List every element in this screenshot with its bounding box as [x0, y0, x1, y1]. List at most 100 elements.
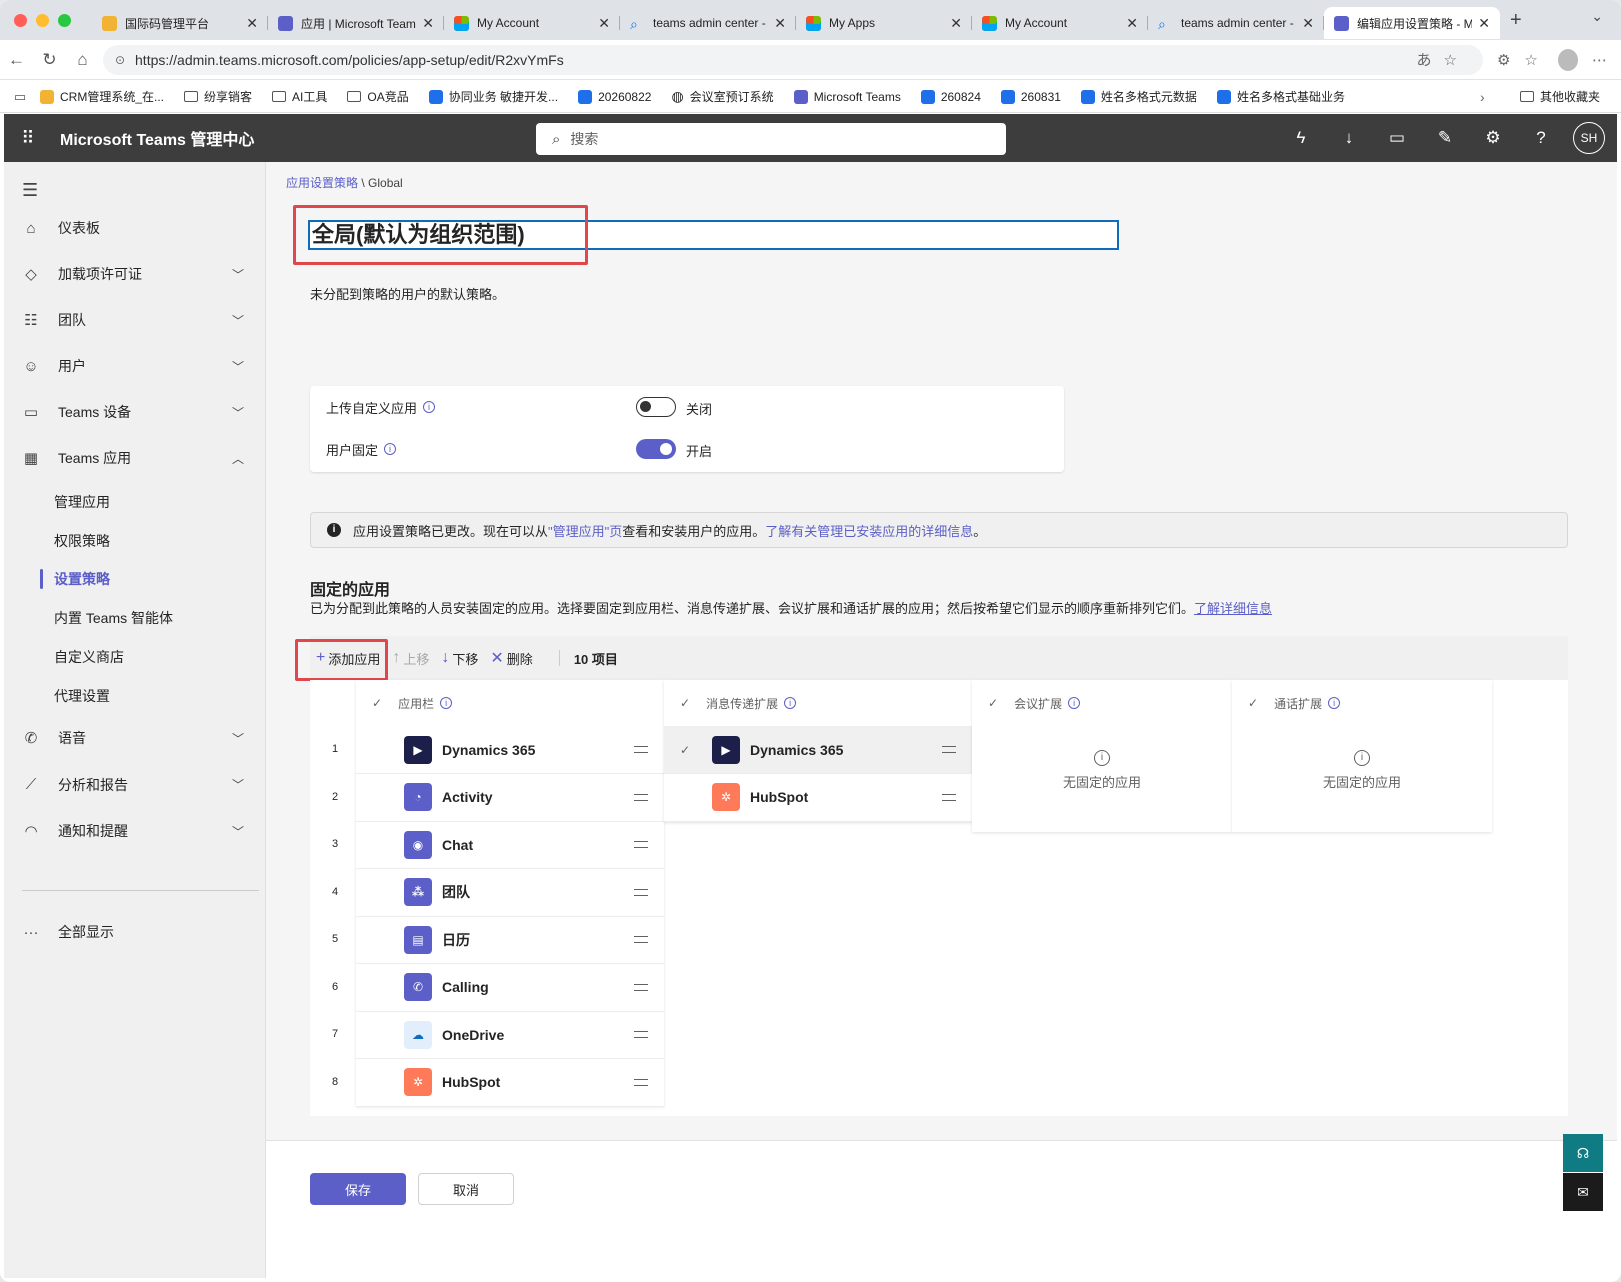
- app-launcher-icon[interactable]: ⠿: [4, 128, 52, 149]
- sidebar-item[interactable]: ⟋ 分析和报告 ﹀: [4, 765, 266, 805]
- user-pinning-toggle[interactable]: [636, 439, 676, 459]
- browser-tab[interactable]: 编辑应用设置策略 - M ✕: [1324, 7, 1500, 39]
- tab-close-icon[interactable]: ✕: [950, 15, 962, 32]
- translate-favorite-icons[interactable]: あ☆: [1417, 49, 1469, 70]
- bookmark-item[interactable]: 20260822: [578, 89, 651, 104]
- app-row[interactable]: ▤ 日历: [356, 916, 664, 964]
- browser-tab[interactable]: ⌕ teams admin center - ✕: [1148, 7, 1324, 39]
- reload-icon[interactable]: ↻: [33, 50, 66, 70]
- sidebar-item[interactable]: ▦ Teams 应用 ︿: [4, 438, 266, 478]
- sidebar-item[interactable]: ◇ 加载项许可证 ﹀: [4, 254, 266, 294]
- app-row[interactable]: ◉ Chat: [356, 821, 664, 869]
- chevron-down-icon[interactable]: ﹀: [232, 358, 244, 375]
- chevron-down-icon[interactable]: ﹀: [232, 312, 244, 329]
- info-icon[interactable]: i: [423, 401, 436, 413]
- tab-close-icon[interactable]: ✕: [1302, 15, 1314, 32]
- profile-avatar[interactable]: [1557, 48, 1579, 71]
- browser-tab[interactable]: 应用 | Microsoft Team ✕: [268, 7, 444, 39]
- site-info-icon[interactable]: ⊙: [115, 53, 125, 67]
- home-icon[interactable]: ⌂: [66, 50, 99, 70]
- manage-apps-link[interactable]: "管理应用"页: [548, 521, 622, 540]
- chevron-down-icon[interactable]: ﹀: [232, 730, 244, 747]
- tab-close-icon[interactable]: ✕: [1478, 15, 1490, 32]
- checkmark-icon[interactable]: ✓: [988, 696, 998, 710]
- zoom-window-button[interactable]: [58, 13, 71, 27]
- new-tab-button[interactable]: +: [1510, 9, 1522, 32]
- cancel-button[interactable]: 取消: [418, 1173, 514, 1205]
- sidebar-item[interactable]: ▭ Teams 设备 ﹀: [4, 392, 266, 432]
- breadcrumb-link[interactable]: 应用设置策略: [286, 176, 358, 190]
- chevron-down-icon[interactable]: ﹀: [232, 823, 244, 840]
- chevron-up-icon[interactable]: ︿: [232, 450, 244, 467]
- app-row[interactable]: ✲ HubSpot: [664, 774, 972, 822]
- more-menu-icon[interactable]: ⋯: [1592, 51, 1621, 69]
- download-icon[interactable]: ↓: [1325, 128, 1373, 148]
- checkmark-icon[interactable]: ✓: [680, 696, 690, 710]
- drag-handle-icon[interactable]: [634, 936, 648, 943]
- checkmark-icon[interactable]: ✓: [372, 696, 382, 710]
- bookmark-item[interactable]: 纷享销客: [184, 88, 252, 105]
- tab-close-icon[interactable]: ✕: [1126, 15, 1138, 32]
- drag-handle-icon[interactable]: [634, 983, 648, 991]
- tab-search-icon[interactable]: ⌄: [1591, 8, 1603, 25]
- app-row[interactable]: ☁ OneDrive: [356, 1011, 664, 1059]
- browser-tab[interactable]: My Apps ✕: [796, 7, 972, 39]
- sidebar-subitem[interactable]: 内置 Teams 智能体: [54, 603, 173, 633]
- bookmark-item[interactable]: 260831: [1000, 89, 1061, 104]
- sidebar-item[interactable]: ⌂ 仪表板: [4, 208, 266, 248]
- bookmark-item[interactable]: 协同业务 敏捷开发...: [428, 88, 558, 105]
- user-avatar[interactable]: SH: [1573, 122, 1605, 154]
- info-icon[interactable]: i: [440, 697, 453, 709]
- move-down-button[interactable]: ↓ 下移: [441, 649, 478, 668]
- other-bookmarks[interactable]: 其他收藏夹: [1520, 88, 1600, 105]
- info-icon[interactable]: i: [1328, 697, 1341, 709]
- sidebar-item[interactable]: ◠ 通知和提醒 ﹀: [4, 811, 266, 851]
- move-up-button[interactable]: ↑ 上移: [392, 649, 429, 668]
- checkmark-icon[interactable]: ✓: [1248, 696, 1258, 710]
- search-input[interactable]: ⌕ 搜索: [536, 123, 1006, 155]
- bookmark-item[interactable]: OA竞品: [347, 88, 409, 105]
- save-button[interactable]: 保存: [310, 1173, 406, 1205]
- sidebar-subitem[interactable]: 自定义商店: [54, 642, 124, 672]
- drag-handle-icon[interactable]: [634, 841, 648, 848]
- learn-more-installed-link[interactable]: 了解有关管理已安装应用的详细信息: [765, 521, 973, 540]
- minimize-window-button[interactable]: [36, 13, 49, 27]
- app-row[interactable]: ✆ Calling: [356, 964, 664, 1012]
- info-icon[interactable]: i: [784, 697, 797, 709]
- whats-new-icon[interactable]: ϟ: [1277, 128, 1325, 148]
- browser-tab[interactable]: 国际码管理平台 ✕: [92, 7, 268, 39]
- drag-handle-icon[interactable]: [634, 793, 648, 801]
- drag-handle-icon[interactable]: [634, 746, 648, 753]
- feedback-icon[interactable]: ✎: [1421, 128, 1469, 148]
- settings-gear-icon[interactable]: ⚙: [1469, 128, 1517, 148]
- drag-handle-icon[interactable]: [942, 746, 956, 753]
- sidebar-subitem[interactable]: 设置策略: [40, 564, 110, 594]
- extensions-favorites-icons[interactable]: ⚙☆: [1497, 51, 1552, 69]
- bookmark-item[interactable]: AI工具: [272, 88, 327, 105]
- tab-close-icon[interactable]: ✕: [422, 15, 434, 32]
- tab-close-icon[interactable]: ✕: [246, 15, 258, 32]
- hamburger-icon[interactable]: ☰: [22, 180, 38, 201]
- tab-close-icon[interactable]: ✕: [774, 15, 786, 32]
- sidebar-subitem[interactable]: 代理设置: [54, 681, 110, 711]
- more-bookmarks-icon[interactable]: ›: [1480, 89, 1485, 105]
- drag-handle-icon[interactable]: [942, 793, 956, 801]
- browser-tab[interactable]: ⌕ teams admin center - ✕: [620, 7, 796, 39]
- bookmark-item[interactable]: 姓名多格式元数据: [1080, 88, 1197, 105]
- drag-handle-icon[interactable]: [634, 1031, 648, 1038]
- app-row[interactable]: ✓ ▶ Dynamics 365: [664, 726, 972, 774]
- feedback-chat-icon[interactable]: ✉: [1563, 1173, 1603, 1211]
- sidebar-item-show-all[interactable]: ··· 全部显示: [4, 912, 266, 952]
- sidebar-subitem[interactable]: 管理应用: [54, 487, 110, 517]
- close-window-button[interactable]: [14, 13, 27, 27]
- sidebar-subitem[interactable]: 权限策略: [54, 526, 110, 556]
- back-icon[interactable]: ←: [0, 50, 33, 70]
- drag-handle-icon[interactable]: [634, 888, 648, 896]
- info-icon[interactable]: i: [384, 443, 397, 455]
- bookmark-item[interactable]: 260824: [920, 89, 981, 104]
- drag-handle-icon[interactable]: [634, 1078, 648, 1086]
- browser-tab[interactable]: My Account ✕: [444, 7, 620, 39]
- bookmark-item[interactable]: CRM管理系统_在...: [40, 88, 164, 105]
- delete-button[interactable]: ✕ 删除: [490, 648, 532, 668]
- info-icon[interactable]: i: [1068, 697, 1081, 709]
